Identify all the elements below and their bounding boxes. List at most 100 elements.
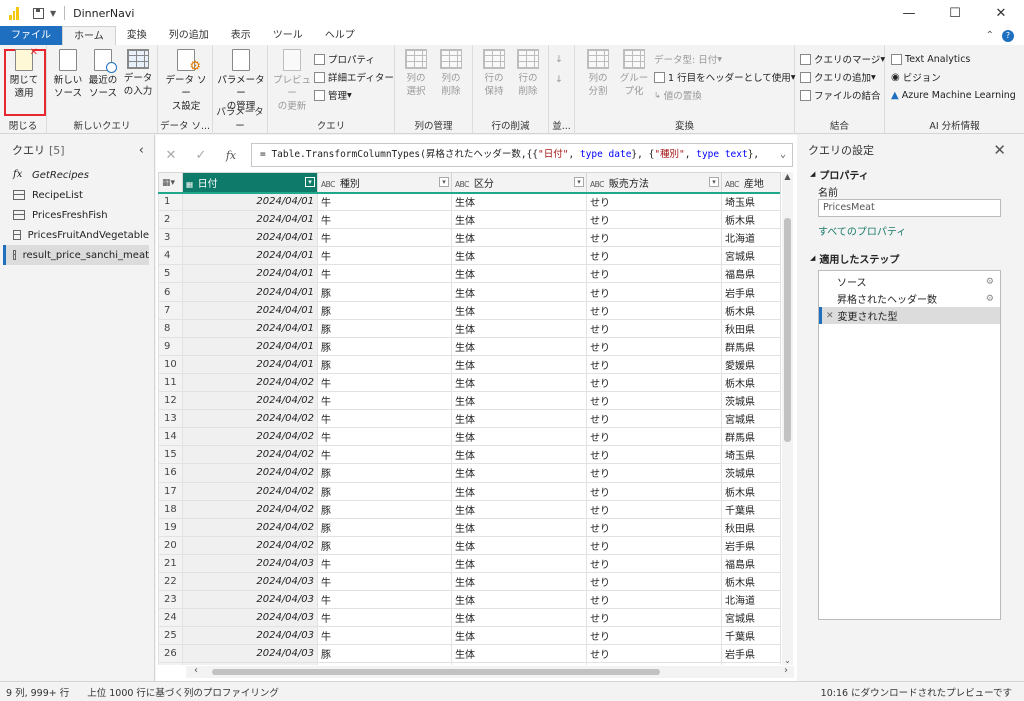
- cell-origin[interactable]: 茨城県: [721, 662, 781, 665]
- cell-type[interactable]: 豚: [317, 300, 452, 320]
- cell-date[interactable]: 2024/04/03: [182, 626, 318, 646]
- cell-category[interactable]: 生体: [451, 409, 587, 429]
- cell-origin[interactable]: 福島県: [721, 264, 781, 284]
- cell-sales-method[interactable]: せり: [586, 191, 722, 212]
- cell-date[interactable]: 2024/04/02: [182, 427, 318, 447]
- close-window-button[interactable]: ✕: [978, 0, 1024, 26]
- cell-category[interactable]: 生体: [451, 210, 587, 230]
- cell-type[interactable]: 牛: [317, 590, 452, 610]
- cell-category[interactable]: 生体: [451, 499, 587, 519]
- datatype-dropdown[interactable]: データ型: 日付 ▾: [654, 51, 722, 67]
- row-number[interactable]: 15: [158, 445, 183, 465]
- cell-date[interactable]: 2024/04/03: [182, 644, 318, 664]
- cell-category[interactable]: 生体: [451, 336, 587, 356]
- row-number[interactable]: 2: [158, 210, 183, 230]
- horizontal-scroll-thumb[interactable]: [212, 669, 660, 675]
- column-filter-dropdown-icon[interactable]: ▾: [709, 177, 719, 187]
- cell-date[interactable]: 2024/04/01: [182, 210, 318, 230]
- properties-button[interactable]: プロパティ: [314, 51, 375, 67]
- tab-transform[interactable]: 変換: [116, 26, 158, 45]
- tab-add-column[interactable]: 列の追加: [158, 26, 220, 45]
- row-number[interactable]: 6: [158, 282, 183, 302]
- cell-category[interactable]: 生体: [451, 535, 587, 555]
- cell-origin[interactable]: 栃木県: [721, 210, 781, 230]
- row-number[interactable]: 23: [158, 590, 183, 610]
- cell-date[interactable]: 2024/04/02: [182, 499, 318, 519]
- cell-date[interactable]: 2024/04/01: [182, 300, 318, 320]
- cell-origin[interactable]: 秋田県: [721, 517, 781, 537]
- select-columns-button[interactable]: 列の 選択: [397, 49, 435, 98]
- cell-origin[interactable]: 北海道: [721, 590, 781, 610]
- cell-date[interactable]: 2024/04/02: [182, 517, 318, 537]
- commit-formula-icon[interactable]: ✓: [186, 148, 216, 163]
- cell-origin[interactable]: 宮城県: [721, 246, 781, 266]
- cell-date[interactable]: 2024/04/03: [182, 571, 318, 592]
- cell-type[interactable]: 豚: [317, 318, 452, 338]
- sort-ascending-button[interactable]: ↓: [555, 51, 563, 67]
- cell-type[interactable]: 牛: [317, 264, 452, 284]
- formula-input[interactable]: = Table.TransformColumnTypes(昇格されたヘッダー数,…: [251, 143, 793, 167]
- cell-type[interactable]: 豚: [317, 336, 452, 356]
- azure-ml-button[interactable]: ▲ Azure Machine Learning: [891, 87, 1016, 103]
- combine-files-button[interactable]: ファイルの結合: [800, 87, 881, 103]
- cell-sales-method[interactable]: せり: [586, 391, 722, 411]
- column-header-origin[interactable]: ABC 産地: [721, 172, 781, 193]
- tab-tools[interactable]: ツール: [262, 26, 314, 45]
- quick-access-dropdown-icon[interactable]: ▼: [50, 9, 56, 18]
- cell-category[interactable]: 生体: [451, 481, 587, 501]
- cell-category[interactable]: 生体: [451, 571, 587, 592]
- row-number[interactable]: 19: [158, 517, 183, 537]
- row-number[interactable]: 20: [158, 535, 183, 555]
- cell-sales-method[interactable]: せり: [586, 608, 722, 628]
- cell-date[interactable]: 2024/04/02: [182, 445, 318, 465]
- cell-sales-method[interactable]: せり: [586, 662, 722, 665]
- scroll-up-icon[interactable]: ▲: [782, 172, 793, 181]
- new-source-button[interactable]: 新しい ソース: [49, 49, 87, 100]
- data-source-settings-button[interactable]: ⚙ データ ソー ス設定: [164, 49, 208, 113]
- vision-button[interactable]: ◉ ビジョン: [891, 69, 941, 85]
- collapse-ribbon-icon[interactable]: ⌃: [986, 30, 994, 41]
- cell-date[interactable]: 2024/04/02: [182, 409, 318, 429]
- query-item-recipelist[interactable]: RecipeList: [3, 185, 149, 205]
- row-number[interactable]: 24: [158, 608, 183, 628]
- cell-sales-method[interactable]: せり: [586, 644, 722, 664]
- cell-category[interactable]: 生体: [451, 463, 587, 483]
- cell-date[interactable]: 2024/04/03: [182, 608, 318, 628]
- step-source[interactable]: ソース ⚙: [819, 273, 1000, 290]
- tab-view[interactable]: 表示: [220, 26, 262, 45]
- row-number[interactable]: 11: [158, 372, 183, 393]
- close-settings-icon[interactable]: ✕: [993, 141, 1006, 159]
- row-number[interactable]: 4: [158, 246, 183, 266]
- step-changed-type[interactable]: ✕ 変更された型: [819, 307, 1000, 324]
- cell-sales-method[interactable]: せり: [586, 300, 722, 320]
- cell-category[interactable]: 生体: [451, 391, 587, 411]
- cell-sales-method[interactable]: せり: [586, 481, 722, 501]
- cell-category[interactable]: 生体: [451, 191, 587, 212]
- cell-sales-method[interactable]: せり: [586, 427, 722, 447]
- cell-origin[interactable]: 岩手県: [721, 282, 781, 302]
- cell-origin[interactable]: 岩手県: [721, 644, 781, 664]
- row-number[interactable]: 7: [158, 300, 183, 320]
- cell-category[interactable]: 生体: [451, 608, 587, 628]
- cell-category[interactable]: 生体: [451, 626, 587, 646]
- row-number[interactable]: 13: [158, 409, 183, 429]
- first-row-header-button[interactable]: 1 行目をヘッダーとして使用 ▾: [654, 69, 796, 85]
- cell-origin[interactable]: 愛媛県: [721, 354, 781, 374]
- tab-home[interactable]: ホーム: [62, 26, 116, 45]
- column-header-sales-method[interactable]: ABC 販売方法 ▾: [586, 172, 722, 193]
- cell-sales-method[interactable]: せり: [586, 372, 722, 393]
- properties-section[interactable]: ◢ プロパティ: [798, 165, 1024, 183]
- cell-origin[interactable]: 栃木県: [721, 481, 781, 501]
- cell-date[interactable]: 2024/04/01: [182, 354, 318, 374]
- cell-type[interactable]: 豚: [317, 282, 452, 302]
- cell-date[interactable]: 2024/04/01: [182, 318, 318, 338]
- cell-category[interactable]: 生体: [451, 228, 587, 248]
- cell-sales-method[interactable]: せり: [586, 228, 722, 248]
- column-header-type[interactable]: ABC 種別 ▾: [317, 172, 452, 193]
- cell-type[interactable]: 牛: [317, 191, 452, 212]
- cell-date[interactable]: 2024/04/01: [182, 191, 318, 212]
- cell-origin[interactable]: 茨城県: [721, 391, 781, 411]
- vertical-scroll-thumb[interactable]: [784, 218, 791, 442]
- query-item-pricesfruitandvegetable[interactable]: PricesFruitAndVegetable: [3, 225, 149, 245]
- cell-date[interactable]: 2024/04/03: [182, 590, 318, 610]
